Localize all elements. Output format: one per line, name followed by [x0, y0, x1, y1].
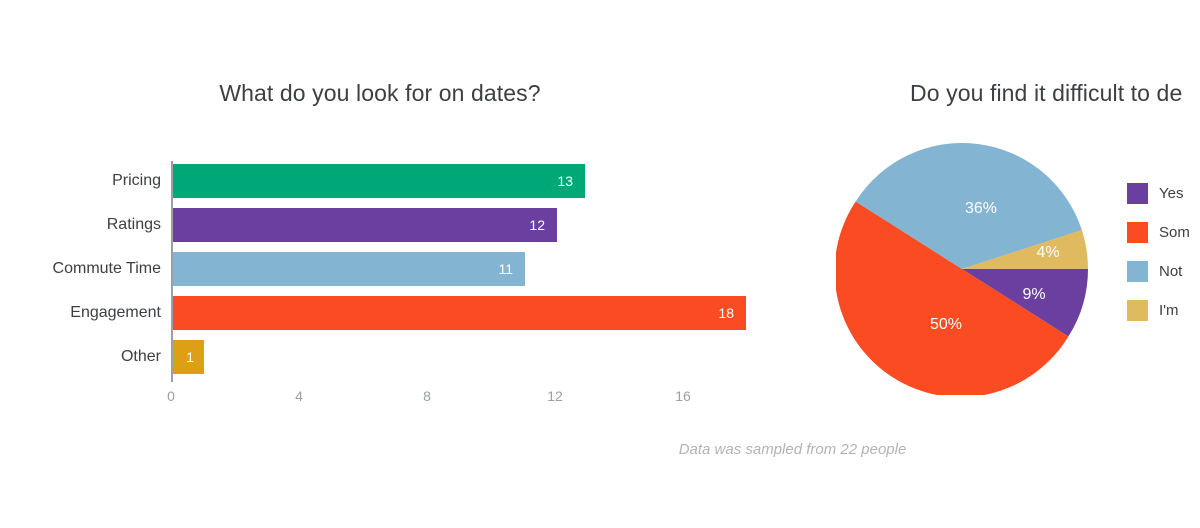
pie-chart-title: Do you find it difficult to de: [910, 80, 1183, 106]
bar-value-commute-time: 11: [498, 261, 513, 277]
bar-row: 1: [173, 340, 204, 374]
pie-chart-legend: Yes Som Not I'm: [1127, 183, 1200, 339]
pie-label-im-not-sure: 4%: [1036, 244, 1059, 261]
bar-engagement: [173, 296, 746, 330]
x-axis-tick-1: 4: [295, 388, 303, 404]
legend-item-im-not-sure[interactable]: I'm: [1127, 300, 1200, 321]
legend-swatch-yes: [1127, 183, 1148, 204]
bar-row: 18: [173, 296, 746, 330]
bar-commute-time: [173, 252, 525, 286]
legend-label-yes: Yes: [1159, 185, 1184, 202]
bar-value-ratings: 12: [529, 217, 545, 233]
bar-ratings: [173, 208, 557, 242]
bar-value-pricing: 13: [557, 173, 573, 189]
bar-category-label-3: Engagement: [70, 304, 161, 321]
bar-chart-title: What do you look for on dates?: [219, 80, 541, 106]
bar-row: 13: [173, 164, 585, 198]
bar-category-label-0: Pricing: [112, 172, 161, 189]
legend-label-sometimes: Som: [1159, 224, 1190, 241]
legend-label-im-not-sure: I'm: [1159, 302, 1179, 319]
bar-value-engagement: 18: [718, 305, 734, 321]
x-axis-tick-2: 8: [423, 388, 431, 404]
bar-category-label-4: Other: [120, 348, 161, 365]
legend-swatch-not: [1127, 261, 1148, 282]
legend-item-sometimes[interactable]: Som: [1127, 222, 1200, 243]
legend-item-not[interactable]: Not: [1127, 261, 1200, 282]
legend-label-not: Not: [1159, 263, 1183, 280]
legend-swatch-sometimes: [1127, 222, 1148, 243]
pie-chart-panel: Do you find it difficult to de 50% 36% 4…: [790, 0, 1200, 528]
pie-label-yes: 9%: [1022, 286, 1045, 303]
bar-value-other: 1: [186, 349, 194, 365]
bar-pricing: [173, 164, 585, 198]
x-axis-tick-0: 0: [167, 388, 175, 404]
x-axis-tick-3: 12: [547, 388, 563, 404]
pie-label-not: 36%: [965, 200, 997, 217]
pie-label-sometimes: 50%: [930, 316, 962, 333]
bar-row: 11: [173, 252, 525, 286]
bar-row: 12: [173, 208, 557, 242]
bar-category-label-1: Ratings: [106, 216, 161, 233]
x-axis-tick-4: 16: [675, 388, 691, 404]
legend-swatch-im-not-sure: [1127, 300, 1148, 321]
bar-category-label-2: Commute Time: [52, 260, 161, 277]
legend-item-yes[interactable]: Yes: [1127, 183, 1200, 204]
pie-chart-graphic: 50% 36% 4% 9%: [836, 143, 1088, 395]
